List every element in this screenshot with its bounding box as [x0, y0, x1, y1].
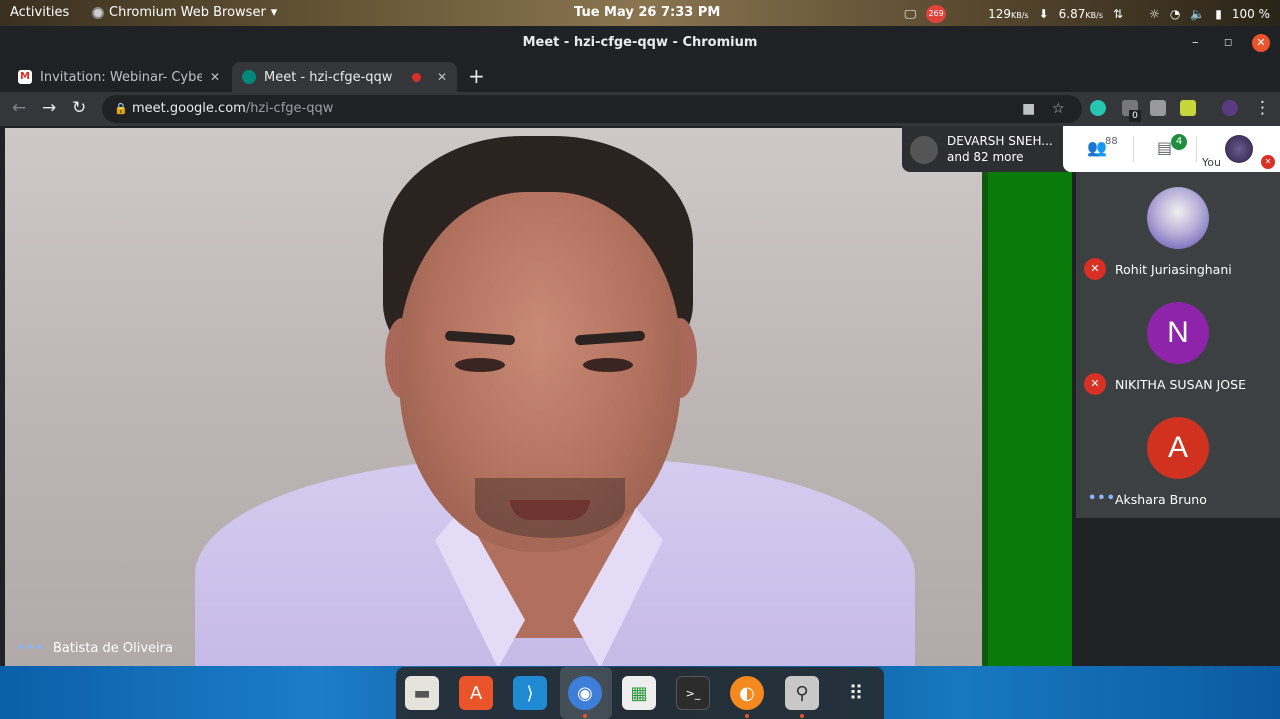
- chromium-icon: [92, 6, 104, 19]
- mic-off-icon: ✕: [1261, 155, 1275, 169]
- extension-m-icon[interactable]: [1090, 100, 1106, 116]
- volume-icon: 🔈: [1190, 7, 1206, 21]
- participant-tiles: ✕ Rohit Juriasinghani N ✕ NIKITHA SUSAN …: [1076, 172, 1280, 518]
- back-button[interactable]: ←: [12, 98, 26, 118]
- url-path: /hzi-cfge-qqw: [245, 101, 334, 116]
- net-up-value: 6.87KB/s: [1058, 7, 1103, 21]
- address-bar[interactable]: 🔒 meet.google.com/hzi-cfge-qqw ■ ☆: [102, 95, 1082, 123]
- extension-yellow-icon[interactable]: [1180, 100, 1196, 116]
- dock: ▬ A ⟩ ◉ ▦ >_ ◐ ⚲ ⠿: [396, 667, 884, 719]
- mic-off-icon: ✕: [1084, 258, 1106, 280]
- self-label: You: [1202, 156, 1221, 169]
- screen-icon: 🖵: [904, 6, 917, 21]
- meet-call: ••• Batista de Oliveira DEVARSH SNEH... …: [0, 126, 1280, 666]
- clock[interactable]: Tue May 26 7:33 PM: [574, 5, 720, 20]
- chromium-dock-icon[interactable]: ◉: [568, 676, 602, 718]
- maximize-button[interactable]: ◻: [1224, 26, 1232, 60]
- new-tab-button[interactable]: +: [468, 64, 485, 88]
- participant-name: NIKITHA SUSAN JOSE: [1115, 377, 1246, 392]
- show-applications-icon[interactable]: ⠿: [839, 676, 873, 710]
- minimize-button[interactable]: –: [1192, 26, 1199, 60]
- wifi-icon: ◔: [1169, 7, 1181, 21]
- app-menu[interactable]: Chromium Web Browser ▾: [92, 5, 277, 20]
- arrow-up-icon: ⇅: [1113, 7, 1124, 21]
- presenter-card[interactable]: DEVARSH SNEH... and 82 more: [902, 126, 1072, 172]
- extension-copy-icon[interactable]: [1150, 100, 1166, 116]
- people-count: 88: [1105, 136, 1118, 147]
- main-video[interactable]: ••• Batista de Oliveira: [5, 128, 982, 666]
- gmail-icon: M: [18, 70, 32, 84]
- notification-badge: 269: [926, 5, 947, 23]
- window-title: Meet - hzi-cfge-qqw - Chromium: [522, 35, 758, 50]
- meet-top-controls: 👥 88 ▤ 4 You ✕: [1063, 126, 1280, 172]
- tab-invitation[interactable]: M Invitation: Webinar- Cyber ✕: [8, 62, 230, 92]
- browser-toolbar: ← → ↻ 🔒 meet.google.com/hzi-cfge-qqw ■ ☆…: [0, 92, 1280, 126]
- terminal-icon[interactable]: >_: [676, 676, 710, 710]
- window-titlebar: Meet - hzi-cfge-qqw - Chromium – ◻ ✕: [0, 26, 1280, 60]
- presenter-name: DEVARSH SNEH...: [947, 134, 1053, 148]
- participant-name: Rohit Juriasinghani: [1115, 262, 1232, 277]
- url-host: meet.google.com: [132, 101, 246, 116]
- chevron-down-icon: ▾: [270, 5, 278, 20]
- system-tray[interactable]: 🖵 269 129KB/s ⬇ 6.87KB/s ⇅ ☼ ◔ 🔈 ▮ 100 %: [905, 5, 1270, 23]
- presenter-avatar: [910, 136, 938, 164]
- participant-tile[interactable]: ✕ Rohit Juriasinghani: [1076, 172, 1280, 287]
- activities-button[interactable]: Activities: [10, 5, 69, 20]
- menu-icon[interactable]: ⋮: [1254, 98, 1271, 118]
- close-tab-icon[interactable]: ✕: [437, 70, 447, 84]
- reload-button[interactable]: ↻: [72, 98, 86, 118]
- speaking-dots-icon: •••: [17, 641, 45, 656]
- image-viewer-icon[interactable]: ⚲: [785, 676, 819, 718]
- battery-percent: 100 %: [1231, 7, 1270, 21]
- self-avatar[interactable]: [1225, 135, 1253, 163]
- app-name: Chromium Web Browser: [109, 5, 266, 20]
- participant-name: Akshara Bruno: [1115, 492, 1207, 507]
- meet-icon: [242, 70, 256, 84]
- tab-title: Meet - hzi-cfge-qqw: [264, 69, 393, 85]
- main-speaker-name: Batista de Oliveira: [52, 641, 173, 656]
- tab-title: Invitation: Webinar- Cyber: [40, 69, 202, 85]
- participant-tile[interactable]: N ✕ NIKITHA SUSAN JOSE: [1076, 287, 1280, 402]
- people-icon[interactable]: 👥: [1087, 138, 1107, 157]
- presenter-more: and 82 more: [947, 150, 1024, 164]
- bookmark-star-icon[interactable]: ☆: [1052, 95, 1065, 123]
- net-down-value: 129KB/s: [988, 7, 1029, 21]
- forward-button[interactable]: →: [42, 98, 56, 118]
- chat-icon[interactable]: ▤: [1157, 138, 1172, 157]
- system-top-bar: Activities Chromium Web Browser ▾ Tue Ma…: [0, 0, 1280, 26]
- recording-indicator-icon: [411, 72, 421, 82]
- brightness-icon: ☼: [1149, 7, 1160, 21]
- system-monitor-icon[interactable]: ▦: [622, 676, 656, 710]
- green-video-tile[interactable]: [982, 128, 1072, 666]
- vscode-icon[interactable]: ⟩: [513, 676, 547, 710]
- software-center-icon[interactable]: A: [459, 676, 493, 710]
- extension-badge: 0: [1129, 110, 1141, 122]
- participant-avatar: A: [1147, 417, 1209, 479]
- close-tab-icon[interactable]: ✕: [210, 70, 220, 84]
- tab-strip: M Invitation: Webinar- Cyber ✕ Meet - hz…: [0, 60, 1280, 92]
- lock-icon: 🔒: [114, 102, 128, 115]
- tab-meet[interactable]: Meet - hzi-cfge-qqw ✕: [232, 62, 457, 92]
- mic-off-icon: ✕: [1084, 373, 1106, 395]
- participant-tile[interactable]: A ••• Akshara Bruno: [1076, 402, 1280, 517]
- firefox-icon[interactable]: ◐: [730, 676, 764, 718]
- profile-avatar-icon[interactable]: [1222, 100, 1238, 116]
- close-window-button[interactable]: ✕: [1252, 34, 1270, 52]
- files-icon[interactable]: ▬: [405, 676, 439, 710]
- chat-badge: 4: [1171, 134, 1187, 150]
- battery-icon: ▮: [1215, 7, 1222, 21]
- camera-icon[interactable]: ■: [1022, 95, 1035, 123]
- participant-avatar: N: [1147, 302, 1209, 364]
- participant-avatar: [1147, 187, 1209, 249]
- arrow-down-icon: ⬇: [1038, 7, 1049, 21]
- main-speaker-label: ••• Batista de Oliveira: [17, 641, 173, 656]
- speaking-dots-icon: •••: [1088, 491, 1116, 506]
